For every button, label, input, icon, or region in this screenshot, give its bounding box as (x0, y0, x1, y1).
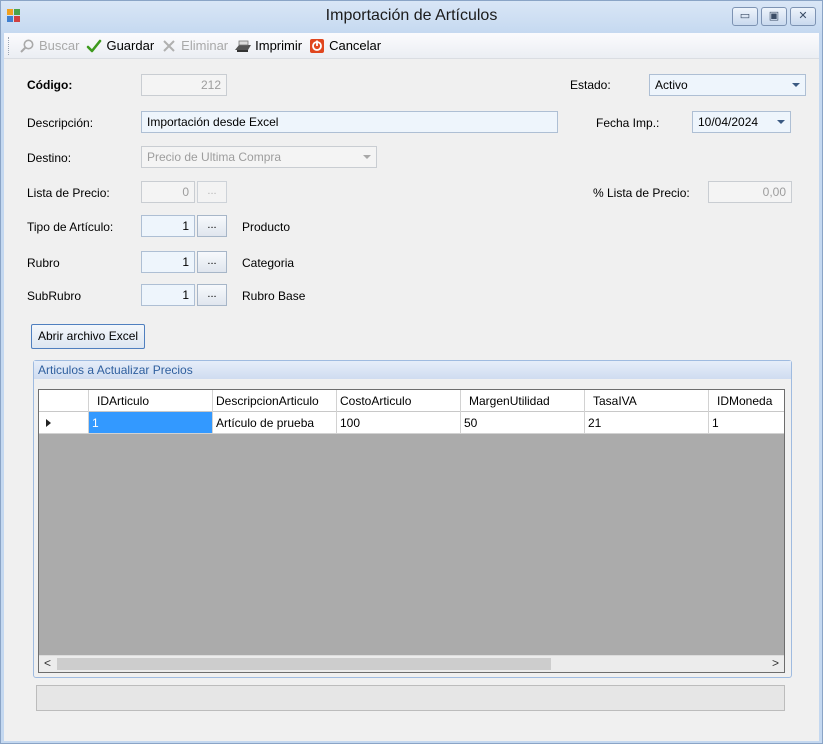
descripcion-field[interactable]: Importación desde Excel (141, 111, 558, 133)
table-cell[interactable]: 100 (337, 412, 461, 434)
destino-value: Precio de Ultima Compra (147, 150, 282, 164)
close-icon: ✕ (798, 10, 808, 22)
cancelar-label: Cancelar (329, 38, 382, 53)
chevron-down-icon (363, 155, 371, 159)
pct-lista-precio-label: % Lista de Precio: (593, 186, 690, 200)
subrubro-lookup-button[interactable]: ... (197, 284, 227, 306)
checkmark-icon (85, 37, 103, 55)
table-row[interactable]: 1 Artículo de prueba 100 50 21 1 (39, 412, 784, 434)
estado-select[interactable]: Activo (649, 74, 806, 96)
window: Importación de Artículos ▭ ▣ ✕ Buscar Gu… (0, 0, 823, 744)
minimize-icon: ▭ (739, 10, 751, 22)
scroll-thumb[interactable] (57, 658, 551, 670)
imprimir-label: Imprimir (255, 38, 303, 53)
articulos-group: Articulos a Actualizar Precios IDArticul… (33, 360, 792, 678)
horizontal-scrollbar[interactable]: < > (39, 655, 784, 672)
search-icon (18, 37, 36, 55)
lista-precio-field[interactable]: 0 (141, 181, 195, 203)
tipo-articulo-lookup-button[interactable]: ... (197, 215, 227, 237)
guardar-button[interactable]: Guardar (82, 35, 157, 57)
toolbar-grip[interactable] (8, 36, 11, 55)
table-cell[interactable]: 50 (461, 412, 585, 434)
rubro-label: Rubro (27, 256, 60, 270)
title-bar: Importación de Artículos ▭ ▣ ✕ (1, 1, 822, 33)
buscar-button[interactable]: Buscar (15, 35, 82, 57)
table-cell[interactable]: 1 (709, 412, 784, 434)
destino-select[interactable]: Precio de Ultima Compra (141, 146, 377, 168)
fecha-value: 10/04/2024 (698, 115, 759, 129)
tipo-articulo-desc: Producto (242, 220, 291, 234)
lista-precio-lookup-button[interactable]: ... (197, 181, 227, 203)
progress-bar (36, 685, 785, 711)
current-row-arrow-icon (46, 419, 51, 427)
lista-precio-label: Lista de Precio: (27, 186, 110, 200)
window-controls: ▭ ▣ ✕ (732, 7, 816, 26)
codigo-label: Código: (27, 78, 73, 92)
fecha-picker[interactable]: 10/04/2024 (692, 111, 791, 133)
printer-icon (234, 37, 252, 55)
rubro-field[interactable]: 1 (141, 251, 195, 273)
tipo-articulo-label: Tipo de Artículo: (27, 220, 114, 234)
x-icon (160, 37, 178, 55)
imprimir-button[interactable]: Imprimir (231, 35, 305, 57)
rubro-desc: Categoria (242, 256, 295, 270)
table-cell[interactable]: Artículo de prueba (213, 412, 337, 434)
chevron-down-icon (777, 120, 785, 124)
subrubro-field[interactable]: 1 (141, 284, 195, 306)
chevron-down-icon (792, 83, 800, 87)
subrubro-label: SubRubro (27, 289, 82, 303)
column-header[interactable]: DescripcionArticulo (213, 390, 337, 412)
row-header[interactable] (39, 412, 89, 434)
restore-icon: ▣ (768, 10, 780, 22)
scroll-right-button[interactable]: > (767, 656, 784, 672)
table-cell[interactable]: 21 (585, 412, 709, 434)
destino-label: Destino: (27, 151, 72, 165)
minimize-button[interactable]: ▭ (732, 7, 758, 26)
column-header[interactable]: TasaIVA (585, 390, 709, 412)
eliminar-label: Eliminar (181, 38, 229, 53)
estado-label: Estado: (570, 78, 611, 92)
scroll-left-button[interactable]: < (39, 656, 56, 672)
fecha-label: Fecha Imp.: (596, 116, 660, 130)
rubro-lookup-button[interactable]: ... (197, 251, 227, 273)
column-header[interactable]: CostoArticulo (337, 390, 461, 412)
form-client: Buscar Guardar Eliminar Imprimir Cancela… (4, 33, 819, 741)
column-header[interactable]: MargenUtilidad (461, 390, 585, 412)
column-header[interactable]: IDArticulo (89, 390, 213, 412)
eliminar-button[interactable]: Eliminar (157, 35, 231, 57)
window-title: Importación de Artículos (325, 7, 498, 24)
column-header[interactable]: IDMoneda (709, 390, 784, 412)
pct-lista-precio-field[interactable]: 0,00 (708, 181, 792, 203)
subrubro-desc: Rubro Base (242, 289, 306, 303)
table-cell[interactable]: 1 (89, 412, 213, 434)
toolbar: Buscar Guardar Eliminar Imprimir Cancela… (4, 33, 819, 59)
maximize-button[interactable]: ▣ (761, 7, 787, 26)
guardar-label: Guardar (106, 38, 155, 53)
codigo-field[interactable]: 212 (141, 74, 227, 96)
group-title: Articulos a Actualizar Precios (34, 361, 791, 379)
descripcion-label: Descripción: (27, 116, 94, 130)
estado-value: Activo (655, 78, 688, 92)
grid-header: IDArticulo DescripcionArticulo CostoArti… (39, 390, 784, 412)
cancelar-button[interactable]: Cancelar (305, 35, 384, 57)
buscar-label: Buscar (39, 38, 80, 53)
close-button[interactable]: ✕ (790, 7, 816, 26)
tipo-articulo-field[interactable]: 1 (141, 215, 195, 237)
articulos-grid[interactable]: IDArticulo DescripcionArticulo CostoArti… (38, 389, 785, 673)
cancel-icon (308, 37, 326, 55)
grid-corner[interactable] (39, 390, 89, 412)
abrir-excel-button[interactable]: Abrir archivo Excel (31, 324, 146, 349)
